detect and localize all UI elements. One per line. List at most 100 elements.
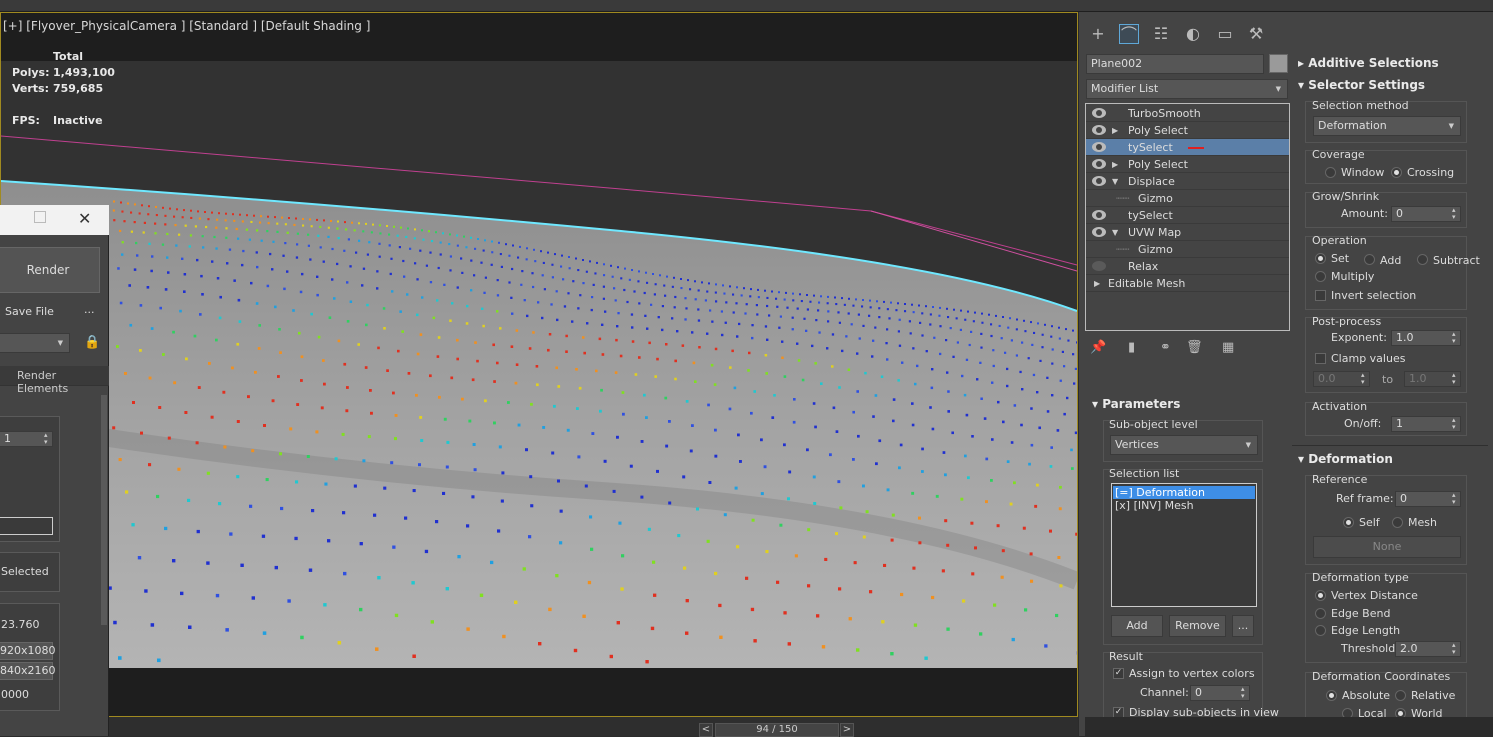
visibility-eye-icon[interactable] bbox=[1092, 176, 1106, 186]
object-color-swatch[interactable] bbox=[1269, 54, 1288, 73]
stack-item[interactable]: tySelect bbox=[1086, 139, 1289, 156]
scene-render[interactable] bbox=[1, 61, 1077, 668]
viewport[interactable]: [+] [Flyover_PhysicalCamera ] [Standard … bbox=[0, 12, 1078, 717]
crossing-label: Crossing bbox=[1407, 166, 1454, 179]
modifier-list-dropdown[interactable]: Modifier List bbox=[1086, 79, 1288, 99]
subobject-dropdown[interactable]: Vertices bbox=[1110, 435, 1258, 455]
stack-item[interactable]: tySelect bbox=[1086, 207, 1289, 224]
stack-item[interactable]: Relax bbox=[1086, 258, 1289, 275]
remove-modifier-icon[interactable]: 🗑 bbox=[1186, 340, 1203, 355]
clamp-checkbox[interactable] bbox=[1315, 353, 1326, 364]
none-button[interactable]: None bbox=[1313, 536, 1461, 558]
window-radio[interactable] bbox=[1325, 167, 1336, 178]
visibility-eye-icon[interactable] bbox=[1092, 227, 1106, 237]
selection-item-mesh[interactable]: [x] [INV] Mesh bbox=[1113, 499, 1255, 512]
add-button[interactable]: Add bbox=[1111, 615, 1163, 637]
amount-spinner[interactable]: 0 bbox=[1391, 206, 1461, 222]
stack-item[interactable]: Gizmo┈┈ bbox=[1086, 241, 1289, 258]
hierarchy-icon[interactable]: ☷ bbox=[1151, 24, 1171, 44]
more-button[interactable]: ... bbox=[84, 303, 95, 316]
save-file-label[interactable]: Save File bbox=[5, 305, 54, 318]
stack-item[interactable]: ▼Displace bbox=[1086, 173, 1289, 190]
channel-spinner[interactable]: 0 bbox=[1190, 685, 1250, 701]
render-scrollbar[interactable] bbox=[101, 395, 107, 625]
additive-rollout-header[interactable]: ▸ Additive Selections bbox=[1298, 56, 1439, 70]
fps-label: FPS: bbox=[12, 114, 40, 127]
motion-icon[interactable]: ◐ bbox=[1183, 24, 1203, 44]
invert-checkbox[interactable] bbox=[1315, 290, 1326, 301]
visibility-eye-icon[interactable] bbox=[1092, 142, 1106, 152]
stack-item[interactable]: ▶ Editable Mesh bbox=[1086, 275, 1289, 292]
pin-stack-icon[interactable]: 📌 bbox=[1090, 340, 1106, 355]
deformation-type-group: Deformation type Vertex Distance Edge Be… bbox=[1305, 573, 1467, 663]
make-unique-icon[interactable]: ⚭ bbox=[1160, 340, 1171, 355]
visibility-eye-icon[interactable] bbox=[1092, 108, 1106, 118]
close-icon[interactable]: ✕ bbox=[78, 209, 91, 228]
self-radio[interactable] bbox=[1343, 517, 1354, 528]
exponent-spinner[interactable]: 1.0 bbox=[1391, 330, 1461, 346]
remove-button[interactable]: Remove bbox=[1169, 615, 1226, 637]
utilities-icon[interactable]: ⚒ bbox=[1246, 24, 1266, 44]
ref-frame-spinner[interactable]: 0 bbox=[1395, 491, 1461, 507]
prev-frame-button[interactable]: < bbox=[699, 723, 713, 737]
clamp-max-spinner[interactable]: 1.0 bbox=[1404, 371, 1461, 387]
visibility-eye-icon[interactable] bbox=[1092, 210, 1106, 220]
create-icon[interactable]: + bbox=[1088, 24, 1108, 44]
time-slider[interactable]: 94 / 150 bbox=[715, 723, 839, 737]
expand-arrow-icon[interactable]: ▶ bbox=[1112, 156, 1118, 173]
visibility-eye-icon[interactable] bbox=[1092, 159, 1106, 169]
selection-item-deformation[interactable]: [=] Deformation bbox=[1113, 486, 1255, 499]
next-frame-button[interactable]: > bbox=[840, 723, 854, 737]
render-tabs: Render Elements bbox=[0, 366, 109, 386]
assign-vc-checkbox[interactable]: ✓ bbox=[1113, 668, 1124, 679]
render-spinner[interactable]: 1 bbox=[0, 431, 53, 447]
onoff-spinner[interactable]: 1 bbox=[1391, 416, 1461, 432]
resolution-preset-1[interactable]: 920x1080 bbox=[0, 642, 53, 660]
vertex-distance-radio[interactable] bbox=[1315, 590, 1326, 601]
mesh-radio[interactable] bbox=[1392, 517, 1403, 528]
visibility-eye-icon[interactable] bbox=[1092, 125, 1106, 135]
show-end-result-icon[interactable]: ▮ bbox=[1128, 340, 1135, 355]
relative-radio[interactable] bbox=[1395, 690, 1406, 701]
modify-icon[interactable]: ⌒ bbox=[1119, 24, 1139, 44]
crossing-radio[interactable] bbox=[1391, 167, 1402, 178]
render-field[interactable] bbox=[0, 517, 53, 535]
viewport-label[interactable]: [+] [Flyover_PhysicalCamera ] [Standard … bbox=[3, 19, 370, 33]
edge-length-radio[interactable] bbox=[1315, 625, 1326, 636]
list-more-button[interactable]: ... bbox=[1232, 615, 1254, 637]
method-dropdown[interactable]: Deformation bbox=[1313, 116, 1461, 136]
expand-arrow-icon[interactable]: ▶ bbox=[1094, 275, 1100, 292]
stack-item[interactable]: ▶Poly Select bbox=[1086, 122, 1289, 139]
render-button[interactable]: Render bbox=[0, 247, 100, 293]
configure-sets-icon[interactable]: ▦ bbox=[1222, 340, 1234, 355]
stack-item[interactable]: Gizmo┈┈ bbox=[1086, 190, 1289, 207]
expand-arrow-icon[interactable]: ▶ bbox=[1112, 122, 1118, 139]
parameters-rollout-header[interactable]: ▾ Parameters bbox=[1092, 397, 1180, 411]
tab-render-elements[interactable]: Render Elements bbox=[17, 369, 109, 395]
multiply-radio[interactable] bbox=[1315, 271, 1326, 282]
stack-item[interactable]: TurboSmooth bbox=[1086, 105, 1289, 122]
render-preset-dropdown[interactable] bbox=[0, 333, 70, 353]
display-icon[interactable]: ▭ bbox=[1215, 24, 1235, 44]
set-radio[interactable] bbox=[1315, 253, 1326, 264]
visibility-eye-icon[interactable] bbox=[1092, 261, 1106, 271]
add-radio[interactable] bbox=[1364, 254, 1375, 265]
selection-listbox[interactable]: [=] Deformation [x] [INV] Mesh bbox=[1111, 483, 1257, 607]
edge-bend-radio[interactable] bbox=[1315, 608, 1326, 619]
maximize-icon[interactable] bbox=[34, 211, 46, 223]
collapse-arrow-icon[interactable]: ▼ bbox=[1112, 224, 1118, 241]
selected-label[interactable]: Selected bbox=[1, 565, 49, 578]
stack-item[interactable]: ▶Poly Select bbox=[1086, 156, 1289, 173]
stack-item[interactable]: ▼UVW Map bbox=[1086, 224, 1289, 241]
collapse-arrow-icon[interactable]: ▼ bbox=[1112, 173, 1118, 190]
resolution-preset-2[interactable]: 840x2160 bbox=[0, 662, 53, 680]
clamp-min-spinner[interactable]: 0.0 bbox=[1313, 371, 1370, 387]
lock-icon[interactable]: 🔒 bbox=[84, 335, 100, 350]
subtract-radio[interactable] bbox=[1417, 254, 1428, 265]
object-name-field[interactable]: Plane002 bbox=[1086, 54, 1264, 74]
absolute-radio[interactable] bbox=[1326, 690, 1337, 701]
stack-item-label: Editable Mesh bbox=[1108, 275, 1185, 292]
deformation-rollout-header[interactable]: ▾ Deformation bbox=[1298, 452, 1393, 466]
threshold-spinner[interactable]: 2.0 bbox=[1395, 641, 1461, 657]
selector-rollout-header[interactable]: ▾ Selector Settings bbox=[1298, 78, 1425, 92]
